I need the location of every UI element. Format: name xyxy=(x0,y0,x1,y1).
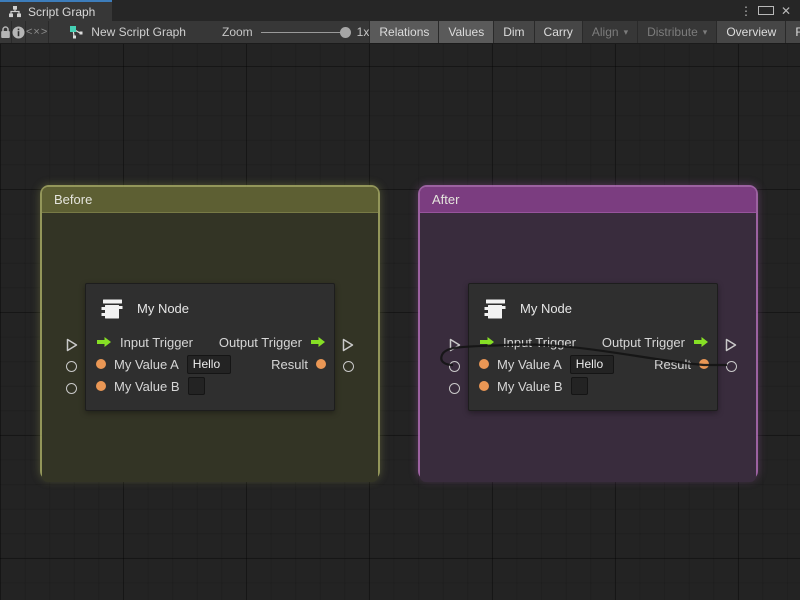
zoom-slider-handle[interactable] xyxy=(340,27,351,38)
graph-name-label: New Script Graph xyxy=(91,25,186,39)
group-title: After xyxy=(432,192,459,207)
tab-title: Script Graph xyxy=(28,5,95,19)
port-row-value-b: My Value B xyxy=(469,375,717,397)
outer-flow-output-marker[interactable] xyxy=(342,338,354,352)
graph-canvas[interactable]: Before After My Node xyxy=(0,44,800,600)
flow-output-port-icon[interactable] xyxy=(693,336,709,348)
outer-flow-output-marker[interactable] xyxy=(725,338,737,352)
script-graph-icon xyxy=(69,25,84,39)
maximize-icon[interactable] xyxy=(758,4,774,18)
tab-script-graph[interactable]: Script Graph xyxy=(0,0,112,21)
graph-hierarchy-icon xyxy=(8,5,22,18)
value-output-port-icon[interactable] xyxy=(316,359,326,369)
overview-button[interactable]: Overview xyxy=(716,21,785,43)
relations-toggle[interactable]: Relations xyxy=(369,21,438,43)
value-input-port-icon[interactable] xyxy=(96,359,106,369)
node-my-node-after[interactable]: My Node Input Trigger Output Trigger xyxy=(468,283,718,411)
unit-node-icon xyxy=(482,297,508,321)
dim-toggle[interactable]: Dim xyxy=(493,21,533,43)
distribute-dropdown: Distribute ▾ xyxy=(637,21,716,43)
window-tab-bar: Script Graph ⋮ ✕ xyxy=(0,0,800,21)
outer-result-marker[interactable] xyxy=(343,361,354,372)
group-after-header[interactable]: After xyxy=(420,187,756,213)
chevron-down-icon: ▾ xyxy=(703,27,708,38)
port-row-value-b: My Value B xyxy=(86,375,334,397)
value-input-port-icon[interactable] xyxy=(96,381,106,391)
value-b-input[interactable] xyxy=(188,377,205,395)
port-row-value-a: My Value A Result xyxy=(469,353,717,375)
outer-value-b-marker[interactable] xyxy=(66,383,77,394)
flow-input-port-icon[interactable] xyxy=(479,336,495,348)
inspect-button[interactable] xyxy=(12,21,26,43)
flow-output-port-icon[interactable] xyxy=(310,336,326,348)
outer-flow-input-marker[interactable] xyxy=(449,338,461,352)
graph-name-breadcrumb[interactable]: New Script Graph xyxy=(55,21,200,43)
port-row-value-a: My Value A Result xyxy=(86,353,334,375)
node-header[interactable]: My Node xyxy=(469,284,717,331)
value-a-input[interactable] xyxy=(570,355,614,374)
close-icon[interactable]: ✕ xyxy=(778,4,794,18)
port-row-trigger: Input Trigger Output Trigger xyxy=(469,331,717,353)
outer-value-a-marker[interactable] xyxy=(449,361,460,372)
unit-node-icon xyxy=(99,297,125,321)
outer-value-a-marker[interactable] xyxy=(66,361,77,372)
outer-result-marker[interactable] xyxy=(726,361,737,372)
lock-icon xyxy=(0,26,11,39)
flow-input-port-icon[interactable] xyxy=(96,336,112,348)
port-row-trigger: Input Trigger Output Trigger xyxy=(86,331,334,353)
node-title: My Node xyxy=(520,301,572,316)
group-title: Before xyxy=(54,192,92,207)
toolbar-right-buttons: Relations Values Dim Carry Align ▾ Distr… xyxy=(369,21,800,43)
value-input-port-icon[interactable] xyxy=(479,359,489,369)
graph-toolbar: <×> New Script Graph Zoom 1x Relations V… xyxy=(0,21,800,44)
value-b-input[interactable] xyxy=(571,377,588,395)
group-before-header[interactable]: Before xyxy=(42,187,378,213)
zoom-value: 1x xyxy=(357,25,370,39)
values-toggle[interactable]: Values xyxy=(438,21,493,43)
carry-toggle[interactable]: Carry xyxy=(534,21,582,43)
node-title: My Node xyxy=(137,301,189,316)
code-icon: <×> xyxy=(26,26,48,38)
zoom-label: Zoom xyxy=(222,25,253,39)
outer-flow-input-marker[interactable] xyxy=(66,338,78,352)
node-my-node-before[interactable]: My Node Input Trigger Output Trigger xyxy=(85,283,335,411)
info-icon xyxy=(12,26,25,39)
preview-code-button[interactable]: <×> xyxy=(26,21,49,43)
zoom-control: Zoom 1x xyxy=(222,21,369,43)
value-a-input[interactable] xyxy=(187,355,231,374)
lock-button[interactable] xyxy=(0,21,12,43)
chevron-down-icon: ▾ xyxy=(624,27,629,38)
align-dropdown: Align ▾ xyxy=(582,21,637,43)
full-screen-button[interactable]: Full Scr xyxy=(785,21,800,43)
value-output-port-icon[interactable] xyxy=(699,359,709,369)
value-input-port-icon[interactable] xyxy=(479,381,489,391)
kebab-menu-icon[interactable]: ⋮ xyxy=(738,4,754,18)
zoom-slider[interactable] xyxy=(261,32,349,33)
outer-value-b-marker[interactable] xyxy=(449,383,460,394)
node-header[interactable]: My Node xyxy=(86,284,334,331)
window-controls: ⋮ ✕ xyxy=(738,0,800,21)
